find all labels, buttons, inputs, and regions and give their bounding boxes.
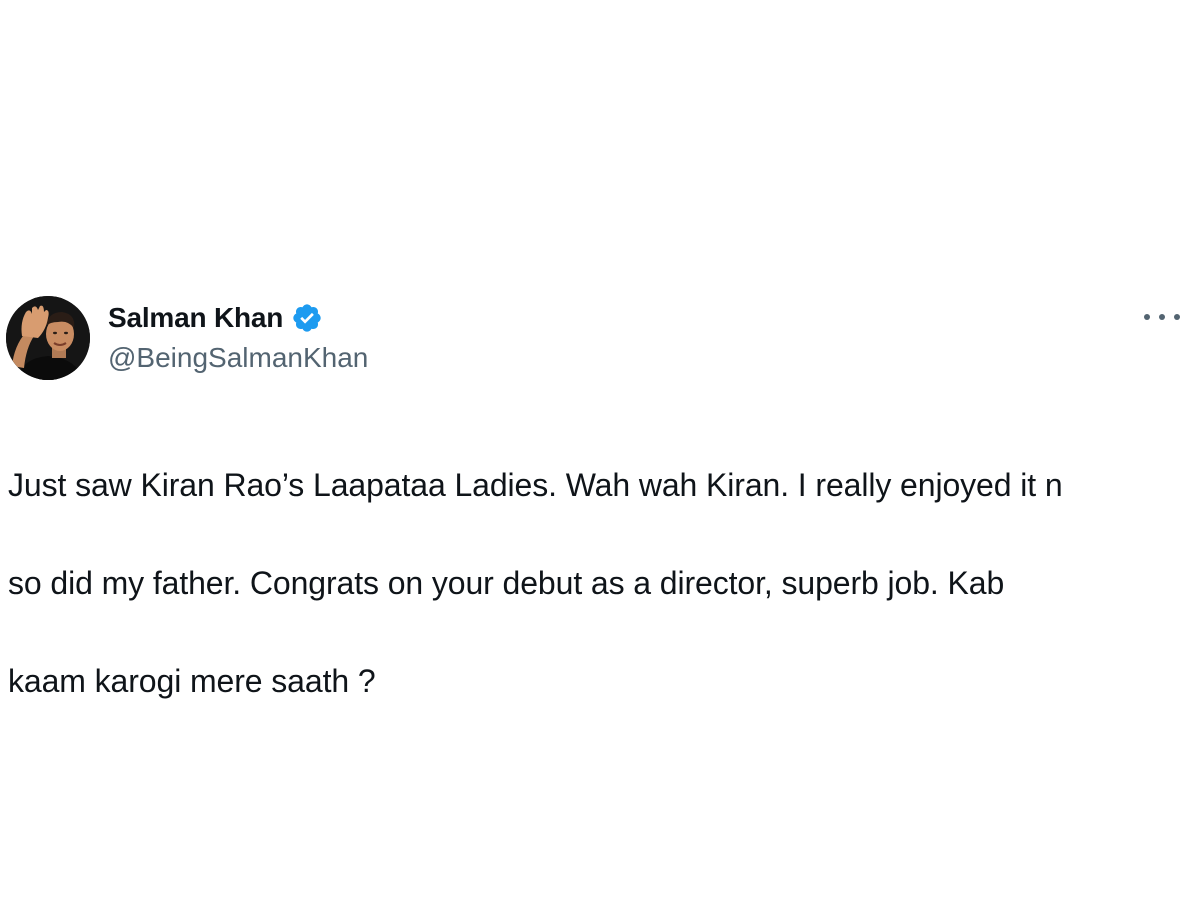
dot	[1159, 314, 1165, 320]
dot	[1174, 314, 1180, 320]
tweet-text-line: Just saw Kiran Rao’s Laapataa Ladies. Wa…	[8, 467, 1063, 503]
dot	[1144, 314, 1150, 320]
author-names: Salman Khan @BeingSalmanKhan	[108, 300, 368, 374]
tweet-text-line: so did my father. Congrats on your debut…	[8, 565, 1005, 601]
page: Salman Khan @BeingSalmanKhan Just saw Ki…	[0, 0, 1200, 900]
more-options-icon[interactable]	[1144, 312, 1180, 322]
display-name[interactable]: Salman Khan	[108, 302, 283, 334]
tweet-text-line: kaam karogi mere saath ?	[8, 663, 376, 699]
profile-photo-icon	[6, 296, 90, 380]
avatar[interactable]	[6, 296, 90, 380]
verified-badge-icon[interactable]	[291, 302, 323, 334]
tweet-text: Just saw Kiran Rao’s Laapataa Ladies. Wa…	[8, 412, 1198, 755]
display-name-row: Salman Khan	[108, 300, 368, 336]
user-handle[interactable]: @BeingSalmanKhan	[108, 342, 368, 374]
